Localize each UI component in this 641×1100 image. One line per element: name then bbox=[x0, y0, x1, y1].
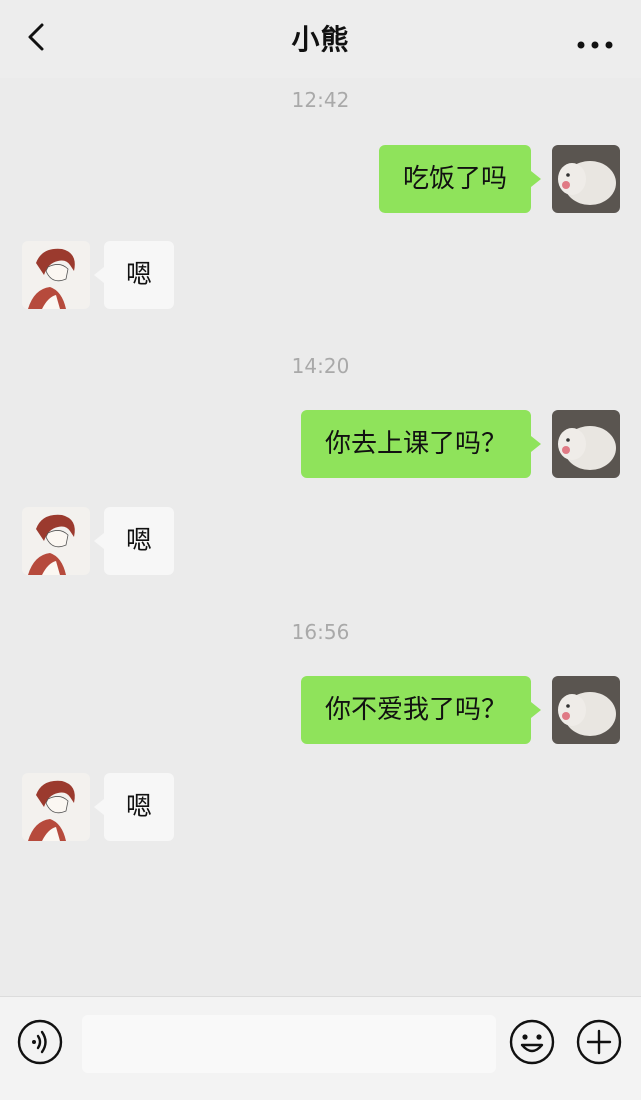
my-message-bubble[interactable]: 你不爱我了吗？ bbox=[300, 676, 542, 744]
chat-title: 小熊 bbox=[291, 23, 350, 56]
their-avatar-anime-boy[interactable] bbox=[22, 507, 90, 575]
their-message-bubble[interactable]: 嗯 bbox=[93, 507, 175, 575]
my-avatar-sheep[interactable] bbox=[552, 145, 620, 213]
my-avatar-sheep[interactable] bbox=[552, 676, 620, 744]
plus-icon[interactable] bbox=[576, 1019, 622, 1065]
my-message-bubble[interactable]: 吃饭了吗 bbox=[378, 145, 542, 213]
emoji-icon[interactable] bbox=[509, 1019, 555, 1065]
timestamp: 14:20 bbox=[291, 354, 350, 378]
timestamp: 16:56 bbox=[291, 620, 350, 644]
my-message-bubble[interactable]: 你去上课了吗？ bbox=[300, 410, 542, 478]
timestamp: 12:42 bbox=[291, 88, 350, 112]
their-avatar-anime-boy[interactable] bbox=[22, 773, 90, 841]
voice-icon[interactable] bbox=[17, 1019, 63, 1065]
their-message-bubble[interactable]: 嗯 bbox=[93, 241, 175, 309]
my-avatar-sheep[interactable] bbox=[552, 410, 620, 478]
their-avatar-anime-boy[interactable] bbox=[22, 241, 90, 309]
more-options-icon[interactable] bbox=[577, 34, 613, 49]
input-bar bbox=[0, 996, 641, 1100]
message-input[interactable] bbox=[82, 1015, 496, 1073]
their-message-bubble[interactable]: 嗯 bbox=[93, 773, 175, 841]
chat-header: 小熊 bbox=[0, 0, 641, 78]
